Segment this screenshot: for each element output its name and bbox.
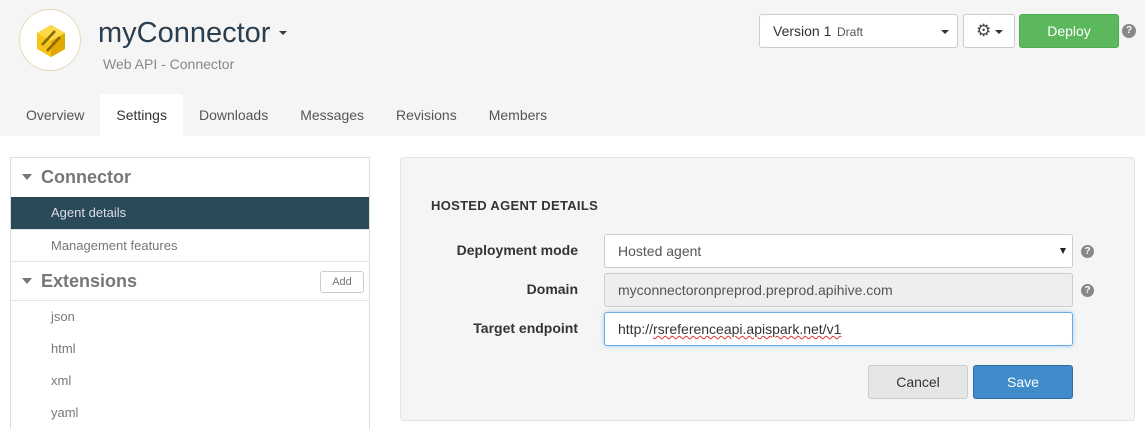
- tab-settings[interactable]: Settings: [100, 94, 183, 136]
- hexagon-cube-icon: [37, 25, 65, 57]
- target-endpoint-input[interactable]: http://rsreferenceapi.apispark.net/v1: [604, 312, 1073, 346]
- sidebar-item-agent-details[interactable]: Agent details: [11, 197, 369, 229]
- tab-messages[interactable]: Messages: [284, 94, 380, 136]
- deployment-mode-select[interactable]: Hosted agent: [604, 234, 1073, 268]
- target-endpoint-label: Target endpoint: [473, 320, 578, 336]
- sidebar-section-extensions[interactable]: Extensions: [11, 262, 369, 300]
- caret-down-icon: [22, 278, 32, 284]
- endpoint-prefix: http://: [618, 321, 654, 337]
- sidebar-item-json[interactable]: json: [11, 301, 369, 333]
- app-logo: [19, 9, 81, 71]
- deploy-button[interactable]: Deploy: [1019, 14, 1119, 48]
- endpoint-host: rsreferenceapi.apispark.net/v1: [653, 321, 842, 337]
- app-subtitle: Web API - Connector: [103, 56, 235, 72]
- sidebar-section-connector[interactable]: Connector: [11, 158, 369, 196]
- question-icon[interactable]: ?: [1081, 245, 1094, 258]
- version-select[interactable]: Version 1 Draft: [759, 14, 958, 48]
- agent-details-panel: HOSTED AGENT DETAILS Deployment mode Hos…: [400, 157, 1135, 421]
- app-title[interactable]: myConnector: [98, 16, 270, 50]
- deployment-mode-value: Hosted agent: [618, 243, 702, 259]
- section-label: Extensions: [41, 271, 138, 291]
- deployment-mode-label: Deployment mode: [456, 242, 578, 258]
- version-label: Version 1: [773, 23, 832, 39]
- gear-icon: ⚙: [976, 21, 992, 41]
- question-icon[interactable]: ?: [1122, 24, 1136, 38]
- settings-dropdown-button[interactable]: ⚙: [963, 14, 1015, 48]
- chevron-down-icon: [995, 30, 1003, 34]
- tab-overview[interactable]: Overview: [10, 94, 100, 136]
- tab-revisions[interactable]: Revisions: [380, 94, 473, 136]
- sidebar-item-xml[interactable]: xml: [11, 365, 369, 397]
- save-button[interactable]: Save: [973, 365, 1073, 399]
- version-status: Draft: [837, 25, 864, 39]
- sidebar-item-management-features[interactable]: Management features: [11, 229, 369, 261]
- domain-field: myconnectoronpreprod.preprod.apihive.com: [604, 273, 1073, 307]
- caret-down-icon: [22, 174, 32, 180]
- panel-heading: HOSTED AGENT DETAILS: [431, 198, 599, 213]
- domain-label: Domain: [526, 281, 578, 297]
- domain-value: myconnectoronpreprod.preprod.apihive.com: [618, 282, 893, 298]
- tab-bar: Overview Settings Downloads Messages Rev…: [10, 94, 563, 136]
- sidebar-item-yaml[interactable]: yaml: [11, 397, 369, 429]
- tab-members[interactable]: Members: [473, 94, 563, 136]
- cancel-button[interactable]: Cancel: [868, 365, 968, 399]
- chevron-down-icon: [941, 30, 949, 34]
- sidebar-item-html[interactable]: html: [11, 333, 369, 365]
- settings-sidebar: Connector Agent details Management featu…: [10, 157, 370, 429]
- caret-down-icon: [1060, 248, 1066, 254]
- chevron-down-icon[interactable]: [279, 31, 287, 35]
- add-extension-button[interactable]: Add: [320, 271, 364, 293]
- tab-downloads[interactable]: Downloads: [183, 94, 284, 136]
- section-label: Connector: [41, 167, 131, 187]
- question-icon[interactable]: ?: [1081, 284, 1094, 297]
- app-header: myConnector Web API - Connector Version …: [0, 0, 1145, 136]
